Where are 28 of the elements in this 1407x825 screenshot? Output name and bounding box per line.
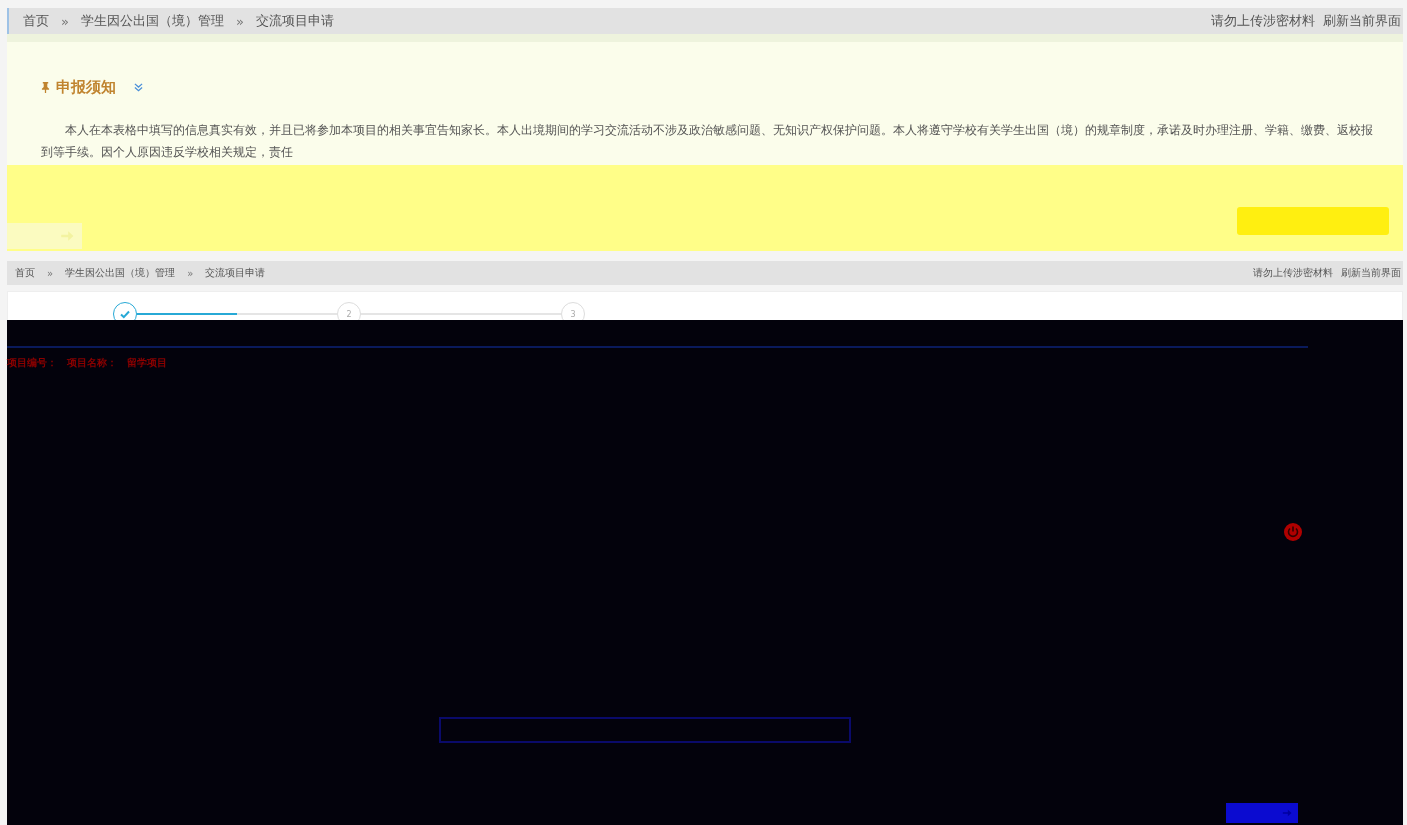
- breadcrumb-link[interactable]: 首页: [15, 266, 35, 280]
- field-label: 项目编号：: [7, 356, 57, 370]
- arrow-right-icon: [60, 229, 74, 243]
- next-button[interactable]: [7, 223, 82, 249]
- notice-text: 本人在本表格中填写的信息真实有效，并且已将参加本项目的相关事宜告知家长。本人出境期间的学习交流活动不涉及政治敏感问题、无知识产权保护问题。本人将遵守学校有关学生出国（境）的规章制度，承诺及时办理注册、学籍、缴费、返校报到等手续。因个人原因违反学校相关规定，责任: [41, 122, 1374, 161]
- input-field[interactable]: [439, 717, 851, 743]
- header-link[interactable]: 请勿上传涉密材料: [1253, 266, 1333, 280]
- breadcrumb-link[interactable]: 学生因公出国（境）管理: [65, 266, 176, 280]
- submit-button[interactable]: [1226, 803, 1298, 823]
- header-link[interactable]: 刷新当前界面: [1341, 266, 1401, 280]
- power-icon[interactable]: [1283, 521, 1303, 542]
- arrow-right-icon: [1282, 808, 1292, 818]
- breadcrumb-separator: »: [47, 267, 54, 279]
- breadcrumb-separator: »: [187, 267, 194, 279]
- chevron-down-icon[interactable]: [134, 83, 143, 92]
- pin-icon: [41, 82, 50, 93]
- notice-title: 申报须知: [56, 78, 116, 97]
- field-label: 留学项目: [127, 356, 167, 370]
- breadcrumb-link[interactable]: 学生因公出国（境）管理: [80, 12, 224, 30]
- confirm-button[interactable]: [1237, 207, 1389, 235]
- breadcrumb-link[interactable]: 首页: [23, 12, 49, 30]
- breadcrumb-link[interactable]: 交流项目申请: [255, 12, 334, 30]
- breadcrumb-separator: »: [235, 13, 244, 29]
- header-link[interactable]: 请勿上传涉密材料: [1211, 12, 1315, 30]
- breadcrumb-link[interactable]: 交流项目申请: [205, 266, 266, 280]
- field-label: 项目名称：: [67, 356, 117, 370]
- header-link[interactable]: 刷新当前界面: [1323, 12, 1401, 30]
- breadcrumb-separator: »: [61, 13, 69, 29]
